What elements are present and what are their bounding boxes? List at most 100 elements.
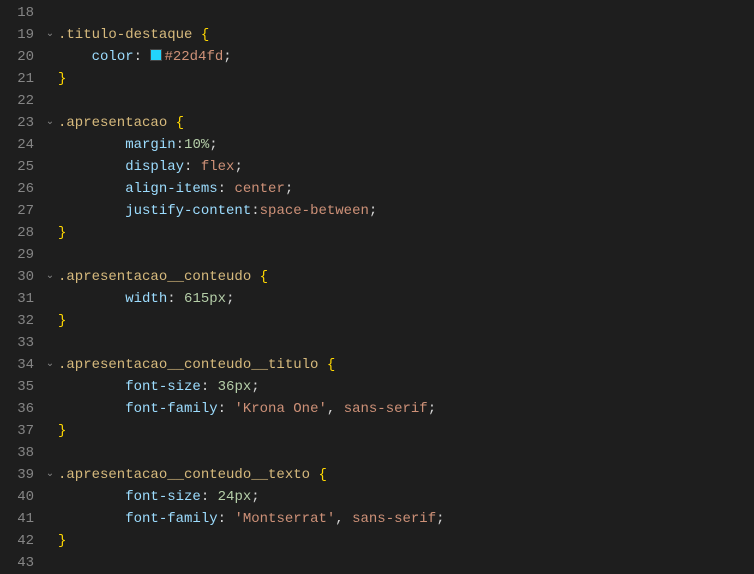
line-number: 34 xyxy=(0,354,34,376)
line-number: 23 xyxy=(0,112,34,134)
code-line: font-family: 'Montserrat', sans-serif; xyxy=(58,508,754,530)
code-line: color: #22d4fd; xyxy=(58,46,754,68)
fold-marker xyxy=(42,420,58,442)
brace-open: { xyxy=(192,27,209,43)
code-line: margin:10%; xyxy=(58,134,754,156)
css-property: font-size xyxy=(125,489,201,505)
css-property: font-family xyxy=(125,511,217,527)
code-line xyxy=(58,332,754,354)
code-line: .apresentacao { xyxy=(58,112,754,134)
fold-marker xyxy=(42,178,58,200)
fold-marker xyxy=(42,530,58,552)
code-line: display: flex; xyxy=(58,156,754,178)
line-number: 38 xyxy=(0,442,34,464)
fold-marker xyxy=(42,134,58,156)
line-number: 29 xyxy=(0,244,34,266)
line-number: 28 xyxy=(0,222,34,244)
line-number: 36 xyxy=(0,398,34,420)
line-number: 31 xyxy=(0,288,34,310)
css-property: font-family xyxy=(125,401,217,417)
fold-marker xyxy=(42,68,58,90)
brace-open: { xyxy=(318,357,335,373)
code-line: align-items: center; xyxy=(58,178,754,200)
line-number-gutter: 18 19 20 21 22 23 24 25 26 27 28 29 30 3… xyxy=(0,0,42,571)
line-number: 20 xyxy=(0,46,34,68)
fold-marker xyxy=(42,398,58,420)
code-line: } xyxy=(58,530,754,552)
fold-marker xyxy=(42,508,58,530)
line-number: 24 xyxy=(0,134,34,156)
css-selector: .titulo-destaque xyxy=(58,27,192,43)
line-number: 41 xyxy=(0,508,34,530)
fold-marker xyxy=(42,332,58,354)
chevron-down-icon: ⌄ xyxy=(46,464,54,486)
code-line: width: 615px; xyxy=(58,288,754,310)
fold-marker xyxy=(42,2,58,24)
code-line: .titulo-destaque { xyxy=(58,24,754,46)
fold-marker xyxy=(42,244,58,266)
css-value: 10% xyxy=(184,137,209,153)
fold-toggle[interactable]: ⌄ xyxy=(42,266,58,288)
fold-marker xyxy=(42,90,58,112)
code-line: } xyxy=(58,68,754,90)
fold-toggle[interactable]: ⌄ xyxy=(42,112,58,134)
fold-marker xyxy=(42,200,58,222)
fold-marker xyxy=(42,442,58,464)
css-property: margin xyxy=(125,137,175,153)
css-selector: .apresentacao xyxy=(58,115,167,131)
css-value: sans-serif xyxy=(344,401,428,417)
line-number: 39 xyxy=(0,464,34,486)
fold-gutter: ⌄ ⌄ ⌄ ⌄ ⌄ xyxy=(42,0,58,571)
css-value: 'Montserrat' xyxy=(234,511,335,527)
code-line: font-size: 36px; xyxy=(58,376,754,398)
line-number: 18 xyxy=(0,2,34,24)
css-value: flex xyxy=(201,159,235,175)
chevron-down-icon: ⌄ xyxy=(46,24,54,46)
css-property: justify-content xyxy=(125,203,251,219)
css-value: 'Krona One' xyxy=(234,401,326,417)
css-value: 615px xyxy=(184,291,226,307)
css-value: #22d4fd xyxy=(164,49,223,65)
code-line xyxy=(58,2,754,24)
code-line: } xyxy=(58,310,754,332)
line-number: 42 xyxy=(0,530,34,552)
fold-marker xyxy=(42,288,58,310)
css-property: display xyxy=(125,159,184,175)
css-selector: .apresentacao__conteudo__titulo xyxy=(58,357,318,373)
fold-toggle[interactable]: ⌄ xyxy=(42,354,58,376)
line-number: 26 xyxy=(0,178,34,200)
line-number: 35 xyxy=(0,376,34,398)
code-line xyxy=(58,90,754,112)
css-value: 24px xyxy=(218,489,252,505)
brace-open: { xyxy=(251,269,268,285)
line-number: 37 xyxy=(0,420,34,442)
css-selector: .apresentacao__conteudo xyxy=(58,269,251,285)
code-line xyxy=(58,442,754,464)
css-value: center xyxy=(234,181,284,197)
fold-toggle[interactable]: ⌄ xyxy=(42,24,58,46)
line-number: 21 xyxy=(0,68,34,90)
brace-close: } xyxy=(58,423,66,439)
css-property: width xyxy=(125,291,167,307)
brace-open: { xyxy=(310,467,327,483)
chevron-down-icon: ⌄ xyxy=(46,354,54,376)
css-selector: .apresentacao__conteudo__texto xyxy=(58,467,310,483)
css-value: sans-serif xyxy=(352,511,436,527)
code-content[interactable]: .titulo-destaque { color: #22d4fd; } .ap… xyxy=(58,0,754,571)
line-number: 25 xyxy=(0,156,34,178)
code-line: justify-content:space-between; xyxy=(58,200,754,222)
code-line: font-family: 'Krona One', sans-serif; xyxy=(58,398,754,420)
line-number: 30 xyxy=(0,266,34,288)
color-swatch-icon[interactable] xyxy=(150,49,162,61)
line-number: 32 xyxy=(0,310,34,332)
css-value: 36px xyxy=(218,379,252,395)
css-property: color xyxy=(92,49,134,65)
code-line: .apresentacao__conteudo__titulo { xyxy=(58,354,754,376)
brace-close: } xyxy=(58,225,66,241)
brace-open: { xyxy=(167,115,184,131)
css-property: align-items xyxy=(125,181,217,197)
fold-toggle[interactable]: ⌄ xyxy=(42,464,58,486)
line-number: 40 xyxy=(0,486,34,508)
code-line: } xyxy=(58,222,754,244)
chevron-down-icon: ⌄ xyxy=(46,112,54,134)
